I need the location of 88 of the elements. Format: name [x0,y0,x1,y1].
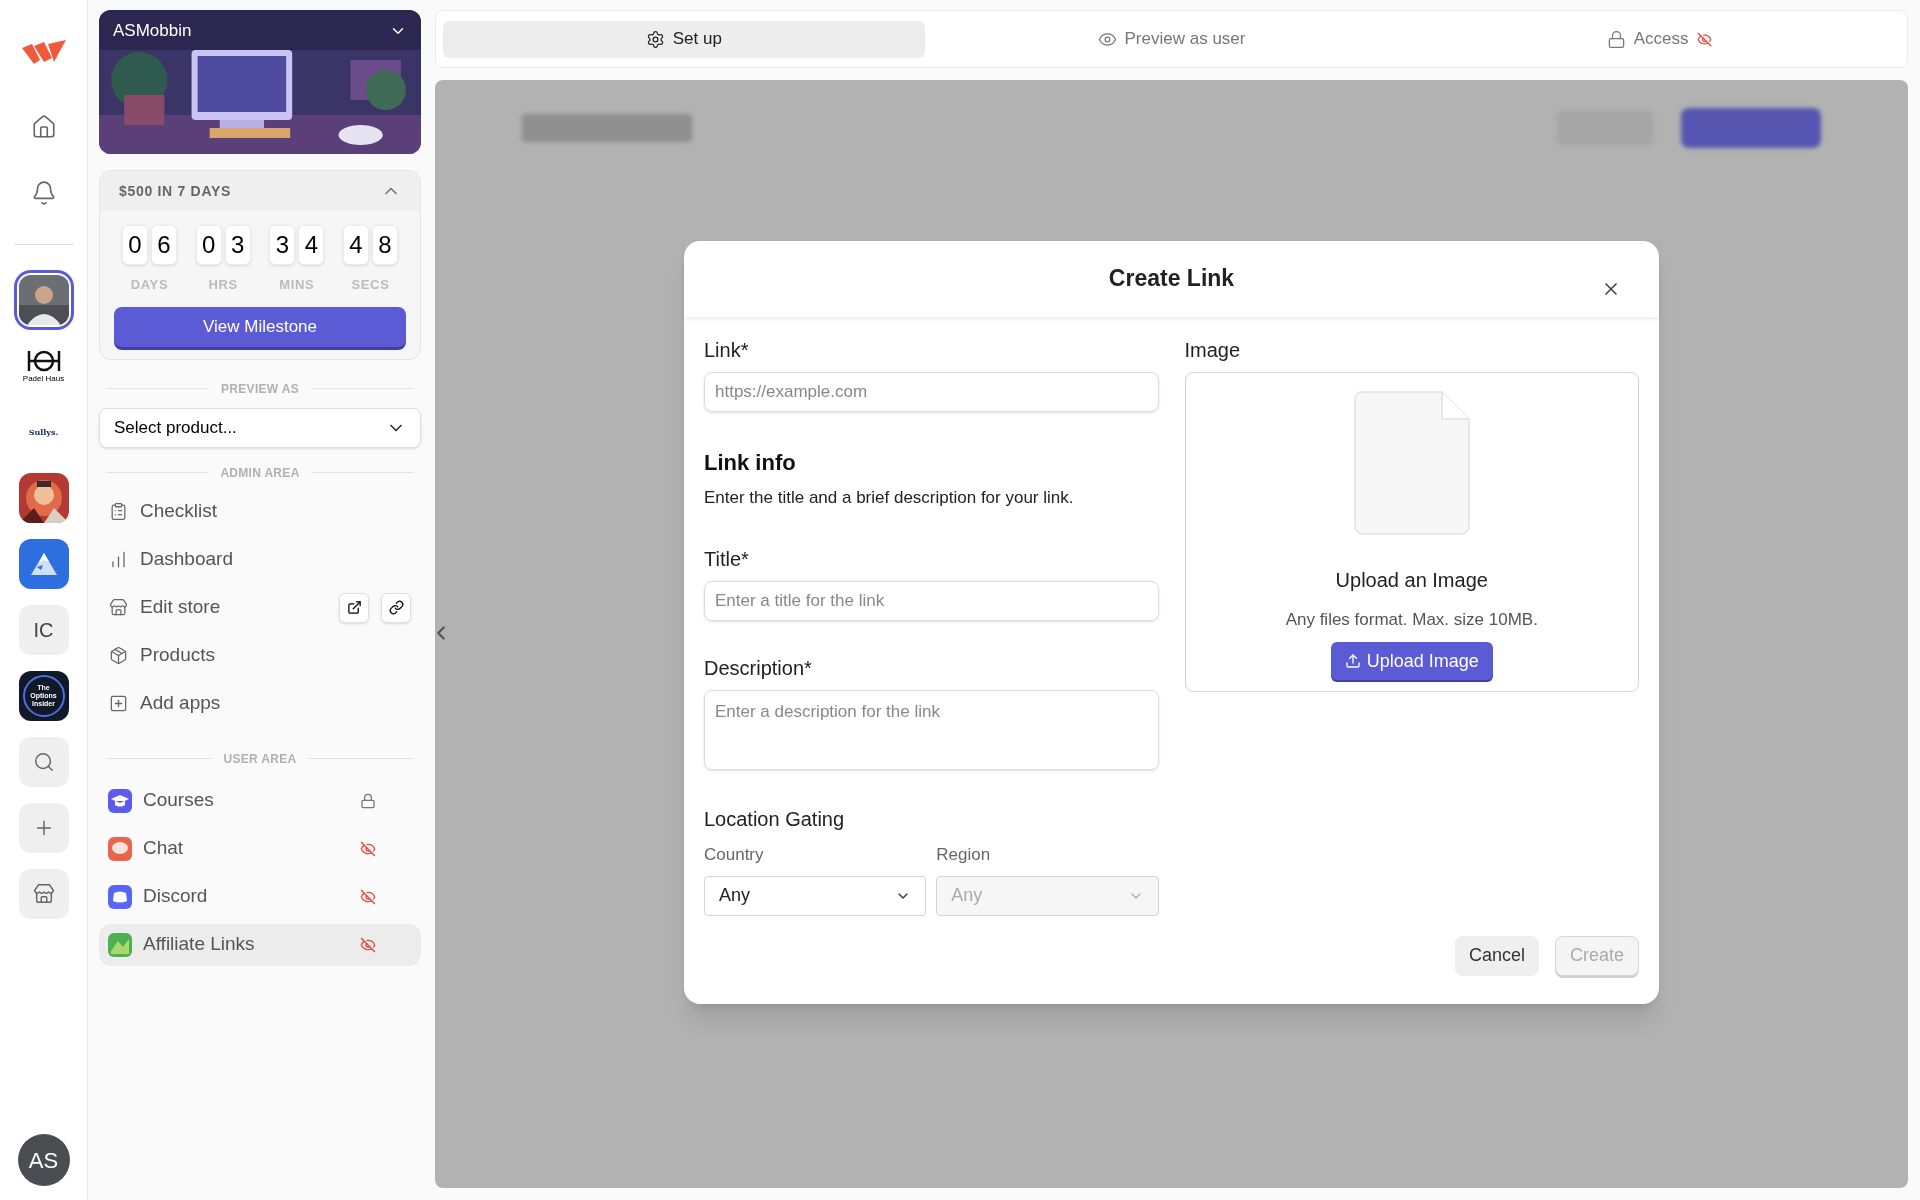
home-icon[interactable] [30,114,57,140]
nav-label: Edit store [140,595,222,620]
lock-icon [1606,29,1626,49]
nav-label: Courses [143,788,215,813]
image-dropzone[interactable]: Upload an Image Any files format. Max. size 10MB. Upload Image [1184,371,1639,692]
section-heading: USER AREA [223,750,297,768]
upload-icon [1344,653,1361,669]
section-heading: PREVIEW AS [221,380,299,398]
countdown-digit: 3 [224,225,251,265]
section-heading: ADMIN AREA [220,464,300,482]
field-label: Image [1184,337,1242,363]
countdown-label: SECS [351,276,390,294]
nav-item[interactable]: Dashboard [99,537,421,582]
store-icon [32,883,55,905]
search-icon [32,751,55,773]
emblem-icon [25,349,62,373]
hidden-icon [1696,31,1712,47]
countdown-digit: 0 [195,225,222,265]
add-button[interactable] [18,803,69,853]
link-icon [388,600,404,615]
countdown-label: DAYS [130,276,169,294]
open-external-button[interactable] [339,592,369,623]
top-tab[interactable]: Set up [443,20,925,58]
upload-hint: Any files format. Max. size 10MB. [1285,608,1538,631]
upload-heading: Upload an Image [1335,567,1488,593]
nav-label: Products [140,643,216,668]
cancel-button[interactable]: Cancel [1454,935,1539,976]
nav-label: Dashboard [140,547,234,572]
search-button[interactable] [18,737,69,787]
view-milestone-button[interactable]: View Milestone [114,306,406,347]
community-logo[interactable]: Sullys. [18,407,69,457]
nav-item[interactable]: Affiliate Links [99,923,421,966]
community-tile[interactable]: IC [18,605,69,655]
product-select[interactable]: Select product... [99,407,421,448]
store-button[interactable] [18,869,69,919]
community-banner[interactable]: ASMobbin [99,10,421,154]
nav-label: Discord [143,884,209,909]
file-icon [1353,390,1470,535]
section-title: Link info [704,448,797,477]
dialog-title: Create Link [1108,264,1235,294]
user-avatar[interactable]: AS [17,1134,70,1186]
add-icon [109,694,128,713]
top-tab[interactable]: Access [1418,20,1900,58]
countdown-digit: 4 [342,225,369,265]
mountain-icon [28,551,59,577]
field-label: Link* [704,337,750,363]
nav-item[interactable]: Checklist [99,489,421,534]
field-label: Country [704,844,765,866]
field-label: Title* [704,547,750,572]
text-field[interactable]: Enter a title for the link [704,581,1159,621]
countdown-digit: 3 [269,225,296,265]
dashboard-icon [109,550,128,569]
field-label: Region [936,844,992,866]
nav-label: Add apps [140,691,222,716]
upload-image-button[interactable]: Upload Image [1330,642,1493,680]
community-logo[interactable]: Padel Haus [18,341,69,391]
countdown-digit: 0 [122,225,148,265]
nav-item[interactable]: Edit store [99,585,421,630]
field-label: Description* [704,656,813,681]
nav-item[interactable]: Courses [99,779,421,822]
dropdown[interactable]: Any [704,875,927,916]
store-icon [109,598,128,617]
copy-link-button[interactable] [381,592,411,623]
nav-item[interactable]: Discord [99,875,421,918]
top-tab[interactable]: Preview as user [930,20,1413,58]
nav-label: Chat [143,836,185,861]
checklist-icon [109,502,128,521]
section-description: Enter the title and a brief description for your link. [704,486,1075,509]
community-avatar[interactable] [18,473,69,523]
countdown-digit: 8 [371,225,398,265]
nav-label: Affiliate Links [143,932,256,957]
text-field[interactable]: https://example.com [704,371,1159,412]
description-field[interactable]: Enter a description for the link [704,690,1159,770]
products-icon [109,646,128,665]
countdown-digit: 6 [151,225,177,265]
nav-item[interactable]: Products [99,633,421,678]
countdown-label: HRS [208,276,238,294]
section-title: Location Gating [704,807,846,832]
community-name: ASMobbin [113,20,192,42]
community-logo[interactable] [18,539,69,589]
nav-item[interactable]: Chat [99,827,421,870]
gear-icon [645,29,665,49]
milestone-title: $500 IN 7 DAYS [119,181,231,201]
nav-label: Checklist [140,499,219,524]
nav-item[interactable]: Add apps [99,681,421,726]
countdown-digit: 4 [298,225,325,265]
external-link-icon [346,600,362,615]
countdown-label: MINS [279,276,315,294]
